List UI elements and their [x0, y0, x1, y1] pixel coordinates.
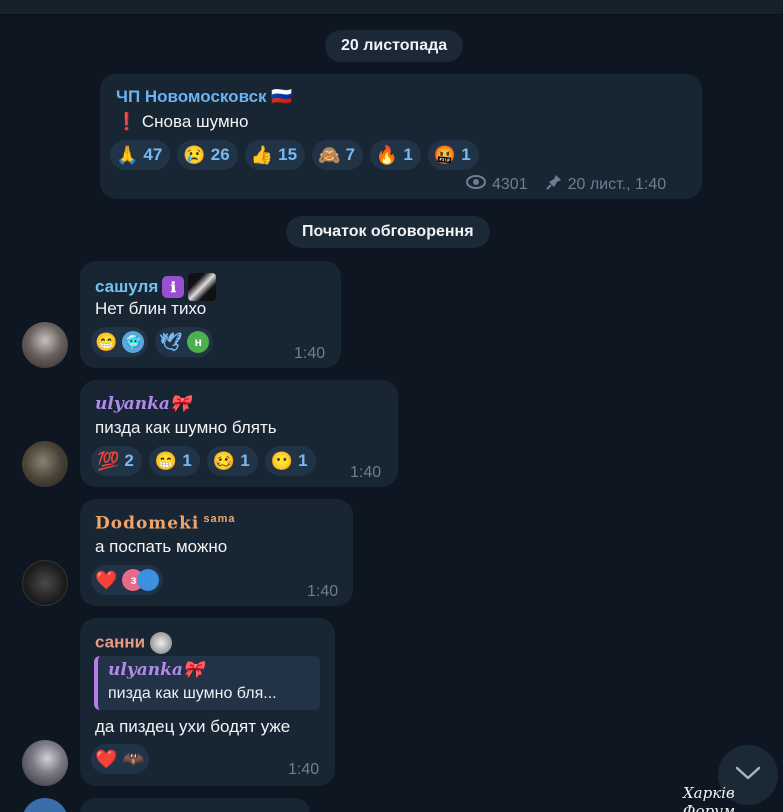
reaction-group[interactable]: 😁 🥶 [91, 327, 149, 357]
message-bubble[interactable]: санни ulyanka🎀 пизда как шумно бля... да… [80, 618, 335, 786]
message-bubble[interactable]: Dodomeki sama а поспать можно ❤️ з 1:40 [80, 499, 353, 606]
reaction-avatar: н [187, 331, 210, 353]
channel-post[interactable]: ЧП Новомосковск 🇷🇺 ❗ Снова шумно 🙏 47 😢 26… [100, 74, 702, 199]
reply-sender: ulyanka🎀 [108, 660, 205, 680]
reply-quote[interactable]: ulyanka🎀 пизда как шумно бля... [94, 656, 320, 710]
pin-icon [545, 174, 562, 195]
message-time: 1:40 [288, 761, 320, 778]
avatar[interactable] [22, 740, 68, 786]
message-bubble-partial[interactable] [80, 798, 310, 812]
message-text: да пиздец ухи бодят уже [95, 717, 291, 736]
reaction-group[interactable]: 🕊 н [155, 327, 214, 357]
views-count: 4301 [492, 175, 528, 193]
channel-post-reactions: 🙏 47 😢 26 👍 15 🙈 7 🔥 1 🤬 1 [110, 140, 479, 170]
message-text: пизда как шумно блять [95, 418, 277, 437]
chat-header-edge [0, 0, 783, 15]
custom-emoji-icon [188, 273, 217, 301]
reaction-custom[interactable]: 😶 1 [264, 446, 316, 476]
message-time: 1:40 [307, 583, 339, 600]
message-reactions: ❤️ з [91, 565, 164, 595]
reaction-avatar [137, 569, 160, 591]
message-reactions: 💯 2 😁 1 🥴 1 😶 1 [91, 446, 316, 476]
message-text: Нет блин тихо [95, 299, 207, 318]
avatar[interactable] [22, 560, 68, 606]
custom-emoji-icon [149, 632, 172, 654]
message-bubble[interactable]: ulyanka🎀 пизда как шумно блять 💯 2 😁 1 🥴 1 … [80, 380, 398, 487]
reaction-angry[interactable]: 🤬 1 [427, 140, 479, 170]
avatar[interactable] [22, 798, 68, 812]
reaction-grin[interactable]: 😁 1 [148, 446, 200, 476]
reply-text: пизда как шумно бля... [108, 685, 277, 702]
message-time: 1:40 [350, 464, 382, 481]
reaction-cry[interactable]: 😢 26 [177, 140, 238, 170]
message-sender[interactable]: сашуля ℹ [95, 273, 217, 301]
message-reactions: 😁 🥶 🕊 н [91, 327, 214, 357]
message-sender[interactable]: санни [95, 632, 172, 654]
avatar[interactable] [22, 322, 68, 368]
info-emoji-icon: ℹ [162, 276, 185, 298]
reaction-heart[interactable]: ❤️ з [91, 565, 164, 595]
message-bubble[interactable]: сашуля ℹ Нет блин тихо 😁 🥶 🕊 н 1:40 [80, 261, 341, 368]
message-text: а поспать можно [95, 537, 228, 556]
avatar[interactable] [22, 441, 68, 487]
reaction-group[interactable]: ❤️ 🦇 [91, 744, 149, 774]
eye-icon [466, 175, 486, 194]
message-reactions: ❤️ 🦇 [91, 744, 149, 774]
channel-post-meta: 4301 20 лист., 1:40 [466, 174, 666, 195]
reaction-woozy[interactable]: 🥴 1 [206, 446, 258, 476]
message-sender[interactable]: Dodomeki sama [95, 513, 236, 534]
reaction-pray[interactable]: 🙏 47 [110, 140, 171, 170]
discussion-start-separator: Початок обговорення [286, 216, 490, 248]
message-sender[interactable]: ulyanka🎀 [95, 394, 191, 414]
channel-post-text: ❗ Снова шумно [116, 112, 249, 131]
post-time: 20 лист., 1:40 [567, 175, 667, 193]
watermark: Харків Форум [683, 784, 736, 812]
reaction-hundred[interactable]: 💯 2 [91, 446, 142, 476]
reaction-monkey[interactable]: 🙈 7 [312, 140, 363, 170]
channel-post-sender[interactable]: ЧП Новомосковск 🇷🇺 [116, 87, 292, 107]
reaction-fire[interactable]: 🔥 1 [369, 140, 421, 170]
reaction-thumbs-up[interactable]: 👍 15 [244, 140, 306, 170]
chevron-down-icon [734, 765, 762, 786]
reaction-avatar: 🥶 [122, 331, 145, 353]
message-time: 1:40 [294, 345, 326, 362]
date-separator: 20 листопада [325, 30, 464, 62]
